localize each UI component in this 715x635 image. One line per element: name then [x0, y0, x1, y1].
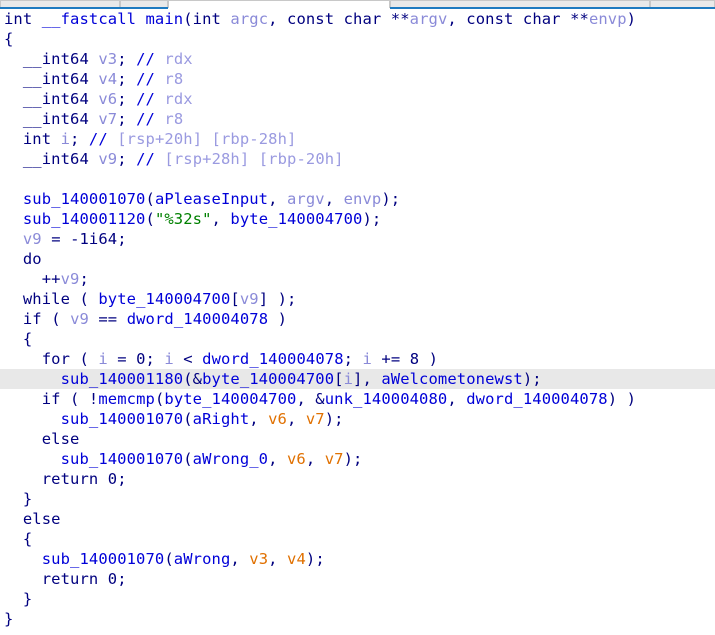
code-line[interactable]: {: [0, 329, 715, 349]
code-line[interactable]: }: [0, 589, 715, 609]
code-line[interactable]: do: [0, 249, 715, 269]
code-line[interactable]: __int64 v7; // r8: [0, 109, 715, 129]
code-line[interactable]: __int64 v6; // rdx: [0, 89, 715, 109]
code-line[interactable]: sub_140001070(aWrong_0, v6, v7);: [0, 449, 715, 469]
code-line[interactable]: sub_140001070(aWrong, v3, v4);: [0, 549, 715, 569]
code-line[interactable]: __int64 v4; // r8: [0, 69, 715, 89]
code-line[interactable]: ++v9;: [0, 269, 715, 289]
code-line[interactable]: {: [0, 29, 715, 49]
code-line[interactable]: else: [0, 509, 715, 529]
code-line[interactable]: if ( !memcmp(byte_140004700, &unk_140004…: [0, 389, 715, 409]
code-line[interactable]: int i; // [rsp+20h] [rbp-28h]: [0, 129, 715, 149]
code-line[interactable]: __int64 v9; // [rsp+28h] [rbp-20h]: [0, 149, 715, 169]
code-line[interactable]: }: [0, 609, 715, 629]
code-line[interactable]: if ( v9 == dword_140004078 ): [0, 309, 715, 329]
pseudocode-text-area[interactable]: int __fastcall main(int argc, const char…: [0, 9, 715, 629]
code-line-highlighted[interactable]: sub_140001180(&byte_140004700[i], aWelco…: [0, 369, 715, 389]
code-line[interactable]: int __fastcall main(int argc, const char…: [0, 9, 715, 29]
tab-item-active[interactable]: [168, 0, 390, 8]
code-line[interactable]: sub_140001070(aRight, v6, v7);: [0, 409, 715, 429]
code-line[interactable]: }: [0, 489, 715, 509]
code-line[interactable]: return 0;: [0, 469, 715, 489]
code-line[interactable]: return 0;: [0, 569, 715, 589]
code-line[interactable]: {: [0, 529, 715, 549]
code-line[interactable]: v9 = -1i64;: [0, 229, 715, 249]
code-line[interactable]: else: [0, 429, 715, 449]
code-line[interactable]: sub_140001070(aPleaseInput, argv, envp);: [0, 189, 715, 209]
code-line[interactable]: while ( byte_140004700[v9] );: [0, 289, 715, 309]
code-line[interactable]: __int64 v3; // rdx: [0, 49, 715, 69]
code-line[interactable]: sub_140001120("%32s", byte_140004700);: [0, 209, 715, 229]
code-line-blank[interactable]: [0, 169, 715, 189]
tab-strip[interactable]: [0, 0, 715, 9]
code-line[interactable]: for ( i = 0; i < dword_140004078; i += 8…: [0, 349, 715, 369]
